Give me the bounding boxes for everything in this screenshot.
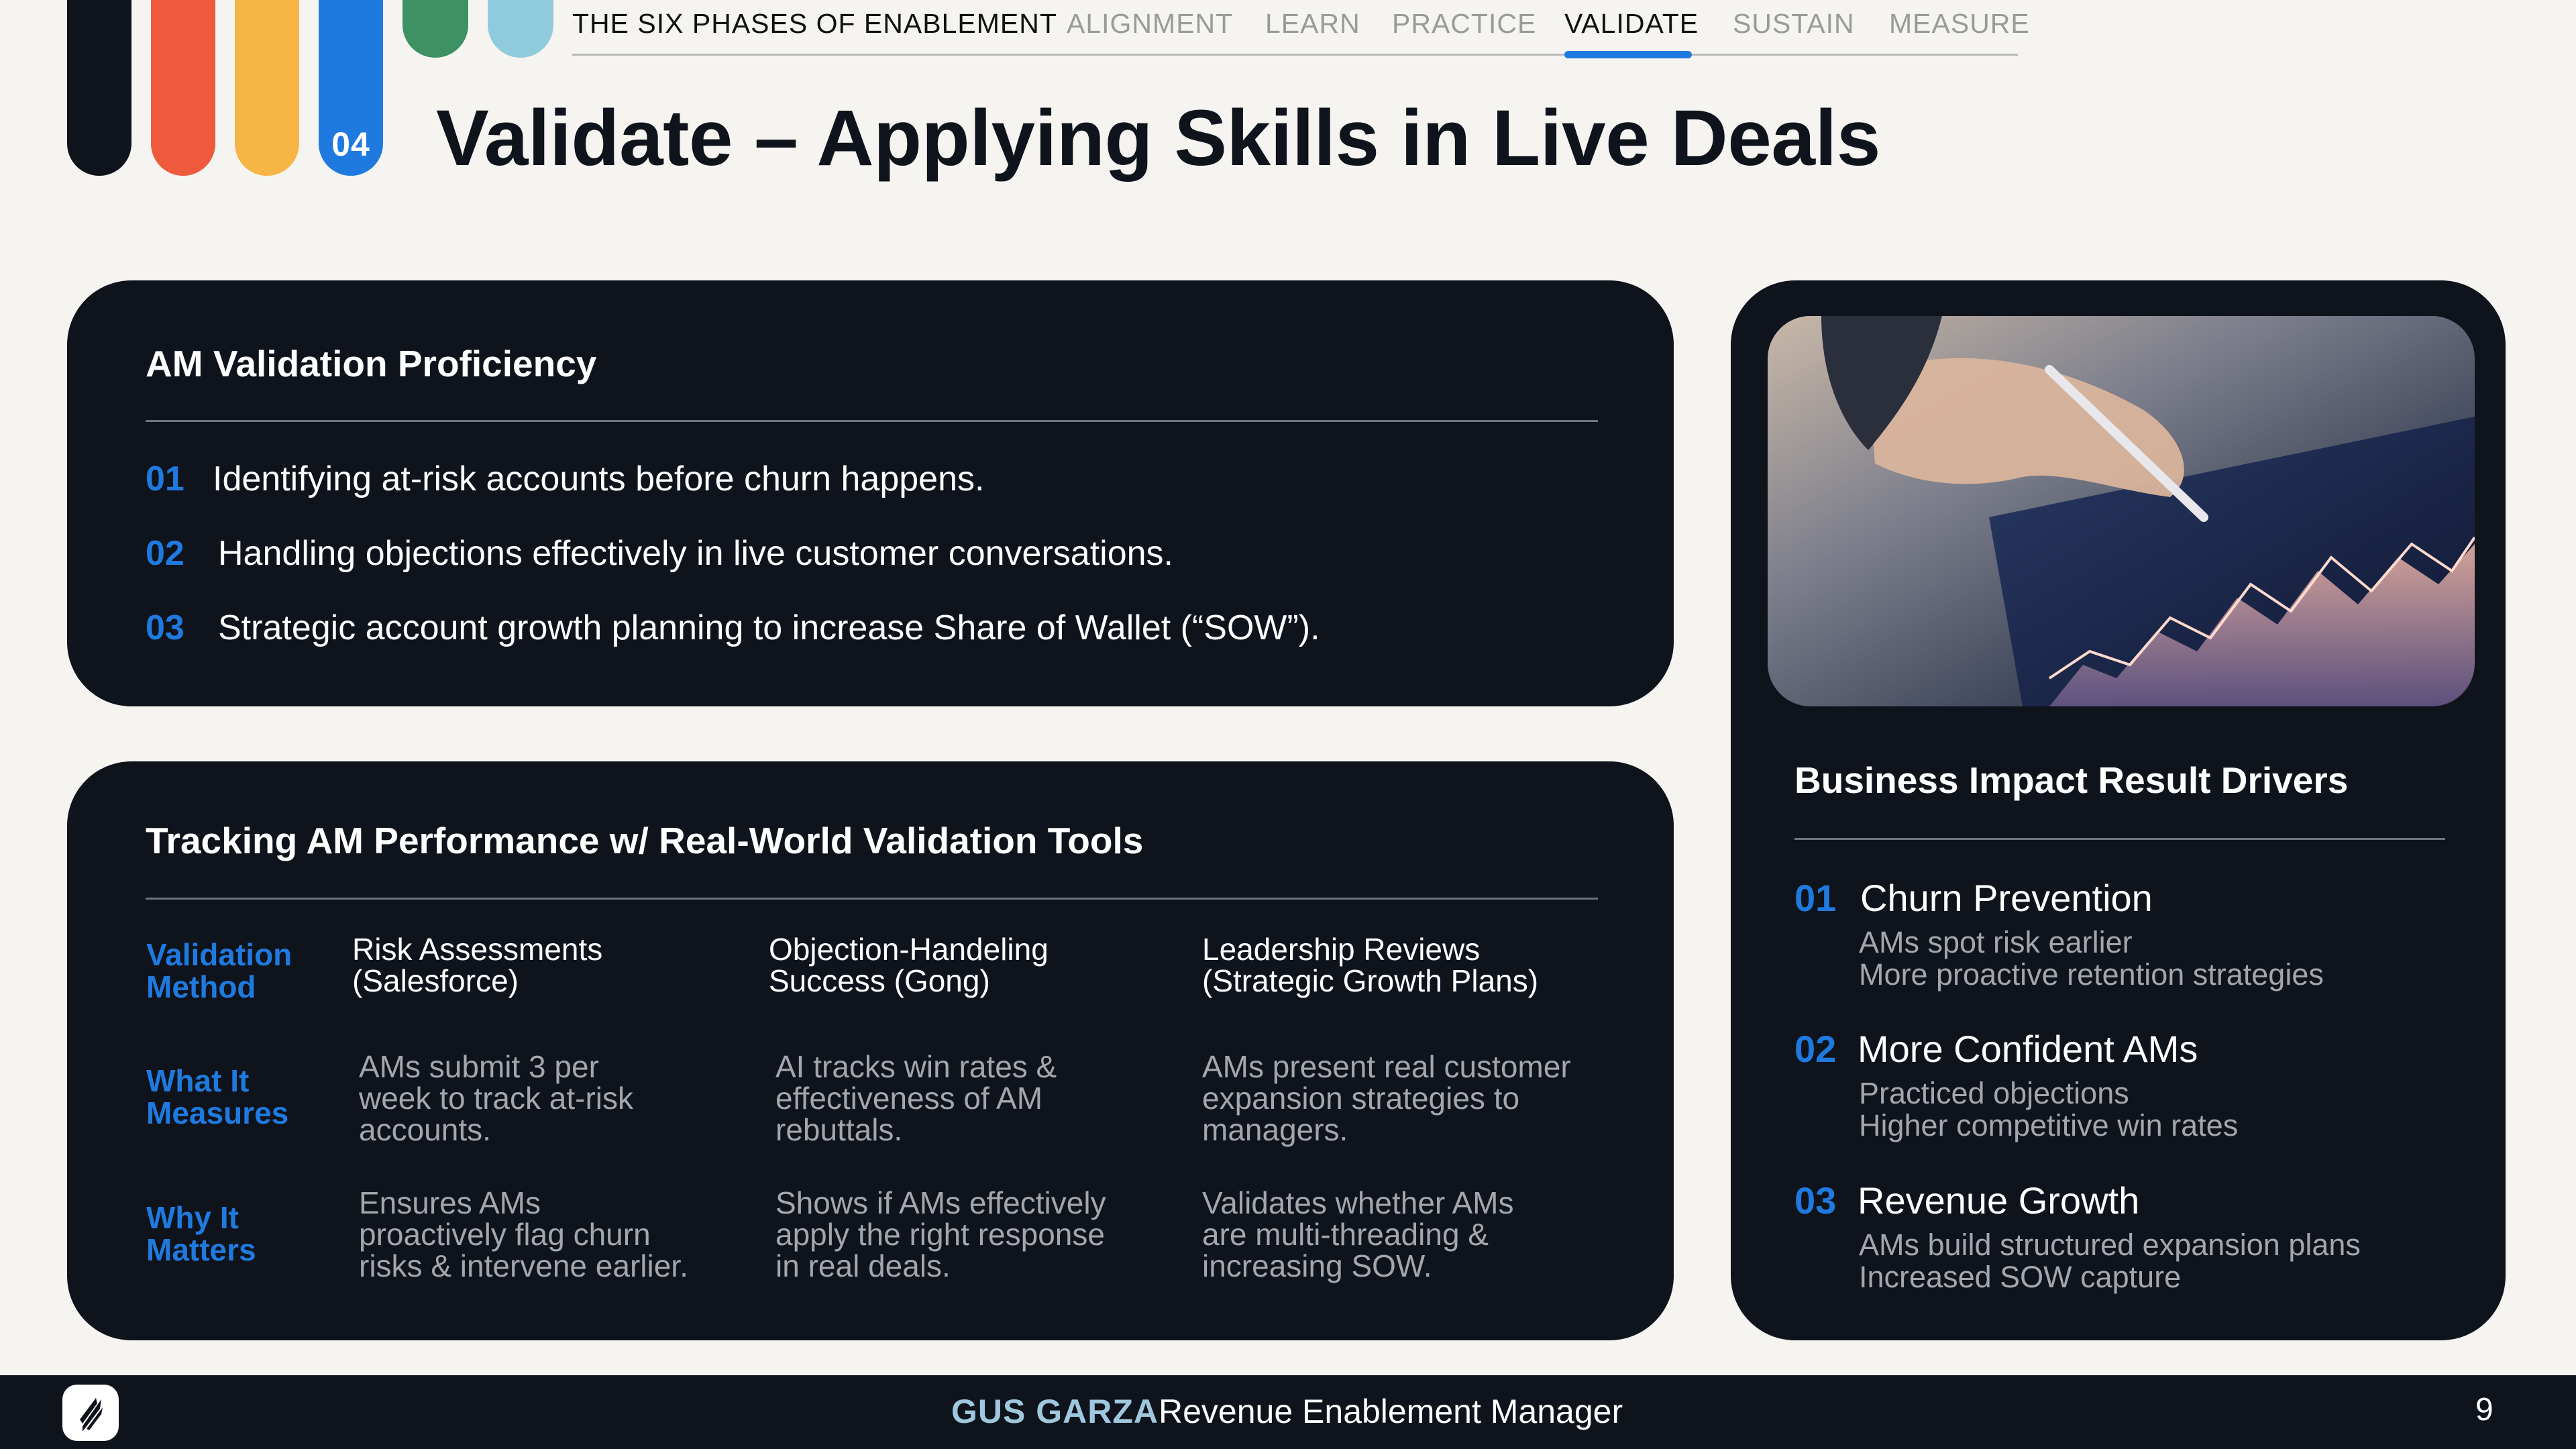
nav-section-title: THE SIX PHASES OF ENABLEMENT — [572, 8, 1057, 39]
tracking-heading: Tracking AM Performance w/ Real-World Va… — [146, 820, 1144, 861]
table-cell-measures: AMs submit 3 per week to track at-risk acc… — [359, 1049, 633, 1147]
driver-item-title: 03 Revenue Growth — [1794, 1179, 2140, 1222]
proficiency-heading: AM Validation Proficiency — [146, 343, 597, 384]
table-cell-method: Leadership Reviews (Strategic Growth Plan… — [1202, 932, 1539, 998]
tab-sustain[interactable]: SUSTAIN — [1733, 8, 1855, 40]
table-cell-method: Risk Assessments (Salesforce) — [352, 932, 603, 998]
driver-item-title: 02 More Confident AMs — [1794, 1028, 2198, 1070]
page-number: 9 — [2475, 1392, 2493, 1428]
tab-practice[interactable]: PRACTICE — [1392, 8, 1536, 40]
presenter-role: Revenue Enablement Manager — [1159, 1393, 1623, 1430]
table-cell-measures: AMs present real customer expansion strat… — [1202, 1049, 1571, 1147]
phase-pill-5 — [402, 0, 468, 58]
app-logo-icon[interactable] — [62, 1385, 119, 1441]
tab-learn[interactable]: LEARN — [1265, 8, 1360, 40]
phase-pill-2 — [151, 0, 215, 176]
item-text: Identifying at-risk accounts before chur… — [213, 460, 985, 498]
phase-pill-1 — [67, 0, 131, 176]
item-text: Handling objections effectively in live … — [218, 534, 1173, 573]
driver-item-title: 01 Churn Prevention — [1794, 877, 2153, 919]
item-number: 02 — [146, 534, 184, 573]
proficiency-item: 01 Identifying at-risk accounts before ch… — [146, 459, 984, 499]
driver-item-details: AMs spot risk earlier More proactive rete… — [1859, 925, 2324, 991]
item-number: 02 — [1794, 1028, 1837, 1070]
phase-number-badge: 04 — [331, 125, 370, 163]
tablet-chart-photo — [1768, 316, 2475, 706]
tab-alignment[interactable]: ALIGNMENT — [1067, 8, 1233, 40]
table-cell-matters: Ensures AMs proactively flag churn risks &… — [359, 1185, 688, 1283]
proficiency-item: 02 Handling objections effectively in liv… — [146, 533, 1173, 574]
item-text: Strategic account growth planning to inc… — [218, 608, 1320, 647]
row-label-measures: What It Measures — [146, 1063, 289, 1130]
table-cell-method: Objection-Handeling Success (Gong) — [769, 932, 1049, 998]
phase-pill-6 — [488, 0, 553, 58]
item-number: 03 — [1794, 1179, 1837, 1222]
table-cell-matters: Validates whether AMs are multi-threading… — [1202, 1185, 1514, 1283]
tab-measure[interactable]: MEASURE — [1889, 8, 2030, 40]
phase-pill-3 — [235, 0, 299, 176]
card-divider — [146, 420, 1598, 422]
item-number: 01 — [1794, 877, 1837, 919]
page-title: Validate – Applying Skills in Live Deals — [436, 94, 1880, 182]
row-label-method: Validation Method — [146, 937, 292, 1004]
driver-item-details: AMs build structured expansion plans Incr… — [1859, 1228, 2361, 1294]
nav-divider — [572, 54, 2018, 56]
card-divider — [146, 898, 1598, 900]
proficiency-item: 03 Strategic account growth planning to i… — [146, 608, 1320, 648]
item-number: 01 — [146, 460, 184, 498]
phase-pill-4: 04 — [319, 0, 383, 176]
stock-chart-image — [1768, 316, 2475, 706]
active-tab-indicator — [1564, 51, 1692, 58]
table-cell-matters: Shows if AMs effectively apply the right … — [775, 1185, 1106, 1283]
row-label-matters: Why It Matters — [146, 1200, 256, 1267]
presenter-name: GUS GARZA — [951, 1393, 1159, 1430]
table-cell-measures: AI tracks win rates & effectiveness of AM… — [775, 1049, 1057, 1147]
driver-item-details: Practiced objections Higher competitive w… — [1859, 1076, 2239, 1142]
drivers-heading: Business Impact Result Drivers — [1794, 759, 2349, 801]
tab-validate[interactable]: VALIDATE — [1564, 8, 1699, 40]
card-divider — [1794, 838, 2445, 840]
item-number: 03 — [146, 608, 184, 647]
